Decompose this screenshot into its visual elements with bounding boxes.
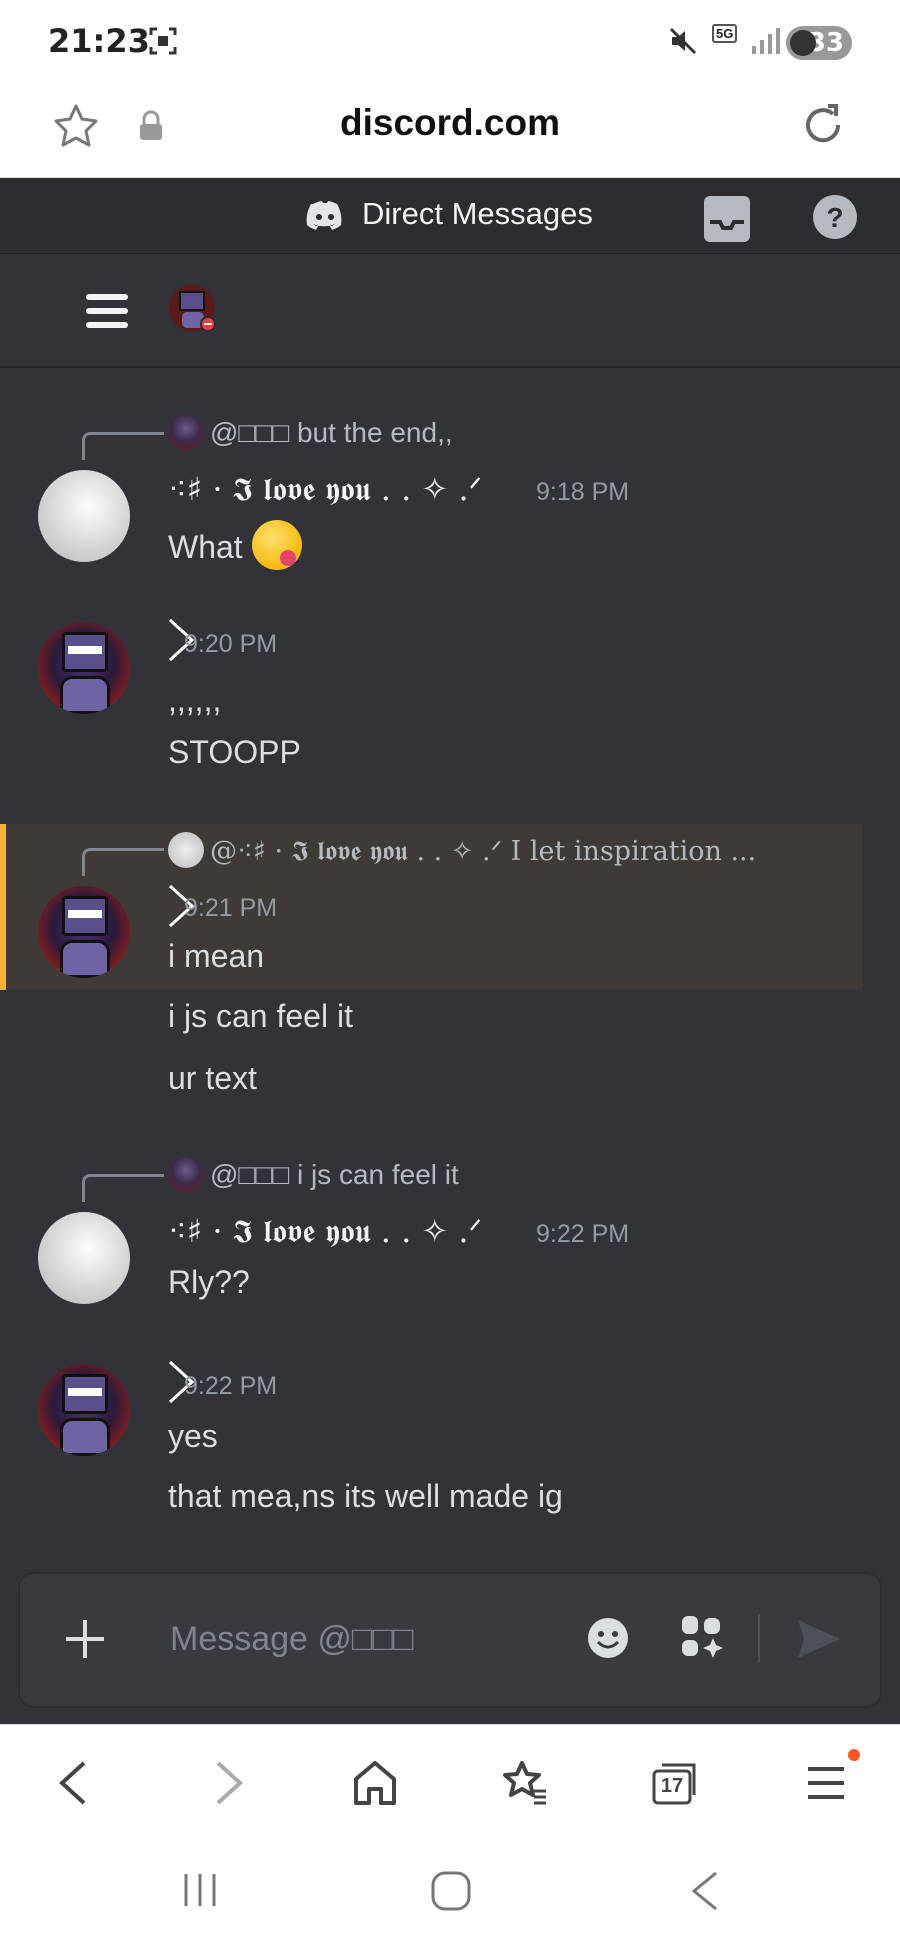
reply-preview[interactable]: @□□□ i js can feel it <box>168 1156 459 1192</box>
reply-connector <box>82 848 164 876</box>
discord-header: Direct Messages ? <box>0 178 900 254</box>
message-line: ,,,,,, <box>168 682 222 718</box>
avatar[interactable] <box>38 1364 130 1456</box>
avatar-eyes <box>68 910 102 918</box>
recent-apps-icon[interactable] <box>180 1870 220 1910</box>
reply-preview[interactable]: @⁖♯ · 𝕴 𝖑𝖔𝖛𝖊 𝖞𝖔𝖚 . . ✧ .ᐟ I let inspirat… <box>168 832 756 868</box>
status-bar: 21:23 5G 33 <box>0 0 900 82</box>
reply-connector <box>82 1174 164 1202</box>
discord-logo-icon <box>306 201 342 230</box>
avatar[interactable] <box>38 622 130 714</box>
channel-subheader <box>0 254 900 368</box>
apps-icon[interactable] <box>680 1614 726 1660</box>
message-line: Rly?? <box>168 1264 250 1300</box>
message-timestamp: 9:20 PM <box>184 630 278 658</box>
emoji-picker-icon[interactable] <box>586 1616 630 1660</box>
network-indicator: 5G <box>712 24 738 43</box>
message-line: i mean <box>168 938 265 974</box>
home-button-icon[interactable] <box>430 1870 472 1912</box>
message-composer: Message @□□□ <box>18 1572 882 1708</box>
tabs-button[interactable]: 17 <box>650 1759 700 1807</box>
home-icon[interactable] <box>352 1759 398 1807</box>
avatar-eyes <box>68 1388 102 1396</box>
reply-preview[interactable]: @□□□ but the end,, <box>168 414 453 450</box>
mute-icon <box>669 27 697 55</box>
svg-text:?: ? <box>826 202 843 233</box>
reload-icon[interactable] <box>798 100 848 150</box>
notification-dot <box>848 1749 860 1761</box>
send-icon[interactable] <box>796 1618 842 1660</box>
message-text: What <box>168 520 302 570</box>
message-line: STOOPP <box>168 734 301 770</box>
signal-icon <box>752 28 780 54</box>
message-line: i js can feel it <box>168 998 353 1034</box>
yum-emoji-icon <box>251 520 302 570</box>
battery-indicator: 33 <box>786 26 852 60</box>
composer-bottom-padding <box>0 1708 900 1724</box>
forward-icon[interactable] <box>212 1759 246 1807</box>
message-timestamp: 9:18 PM <box>536 478 630 506</box>
reply-text: @□□□ i js can feel it <box>210 1159 459 1190</box>
tab-count: 17 <box>660 1775 684 1797</box>
message-timestamp: 9:21 PM <box>184 894 278 922</box>
reply-avatar <box>168 832 204 868</box>
avatar-body <box>60 676 110 714</box>
system-navigation-bar <box>0 1842 900 1950</box>
screenshot-icon <box>149 27 177 55</box>
avatar-body <box>60 1418 110 1456</box>
header-title: Direct Messages <box>362 196 593 231</box>
dm-user-avatar[interactable] <box>168 284 218 334</box>
plus-icon[interactable] <box>60 1614 110 1664</box>
message-line: What <box>168 529 243 565</box>
message-username[interactable]: ⁖♯ · 𝕴 𝖑𝖔𝖛𝖊 𝖞𝖔𝖚 . . ✧ .ᐟ <box>168 1212 482 1251</box>
hamburger-menu-icon[interactable] <box>86 294 128 328</box>
browser-url-bar: discord.com <box>0 82 900 178</box>
battery-saver-icon <box>790 30 816 56</box>
avatar[interactable] <box>38 1212 130 1304</box>
back-icon[interactable] <box>56 1759 90 1807</box>
menu-icon[interactable] <box>806 1759 846 1807</box>
message-timestamp: 9:22 PM <box>184 1372 278 1400</box>
inbox-icon[interactable] <box>702 194 752 244</box>
back-button-icon[interactable] <box>690 1870 720 1912</box>
avatar-eyes <box>68 646 102 654</box>
reply-avatar <box>168 1156 204 1192</box>
reply-text: @□□□ but the end,, <box>210 417 453 448</box>
help-icon[interactable]: ? <box>812 194 858 240</box>
reply-text: @⁖♯ · 𝕴 𝖑𝖔𝖛𝖊 𝖞𝖔𝖚 . . ✧ .ᐟ I let inspirat… <box>210 836 757 867</box>
message-line: ur text <box>168 1060 257 1096</box>
reply-connector <box>82 432 164 460</box>
status-time: 21:23 <box>48 22 150 60</box>
composer-divider <box>758 1614 760 1662</box>
message-line: that mea,ns its well made ig <box>168 1478 563 1514</box>
message-username[interactable]: ⁖♯ · 𝕴 𝖑𝖔𝖛𝖊 𝖞𝖔𝖚 . . ✧ .ᐟ <box>168 470 482 509</box>
message-line: yes <box>168 1418 218 1454</box>
reply-avatar <box>168 414 204 450</box>
avatar[interactable] <box>38 886 130 978</box>
avatar-body <box>60 940 110 978</box>
url-domain[interactable]: discord.com <box>0 102 900 144</box>
message-input[interactable]: Message @□□□ <box>170 1620 414 1659</box>
bookmarks-icon[interactable] <box>500 1759 550 1807</box>
message-timestamp: 9:22 PM <box>536 1220 630 1248</box>
browser-toolbar: 17 <box>0 1724 900 1842</box>
avatar[interactable] <box>38 470 130 562</box>
